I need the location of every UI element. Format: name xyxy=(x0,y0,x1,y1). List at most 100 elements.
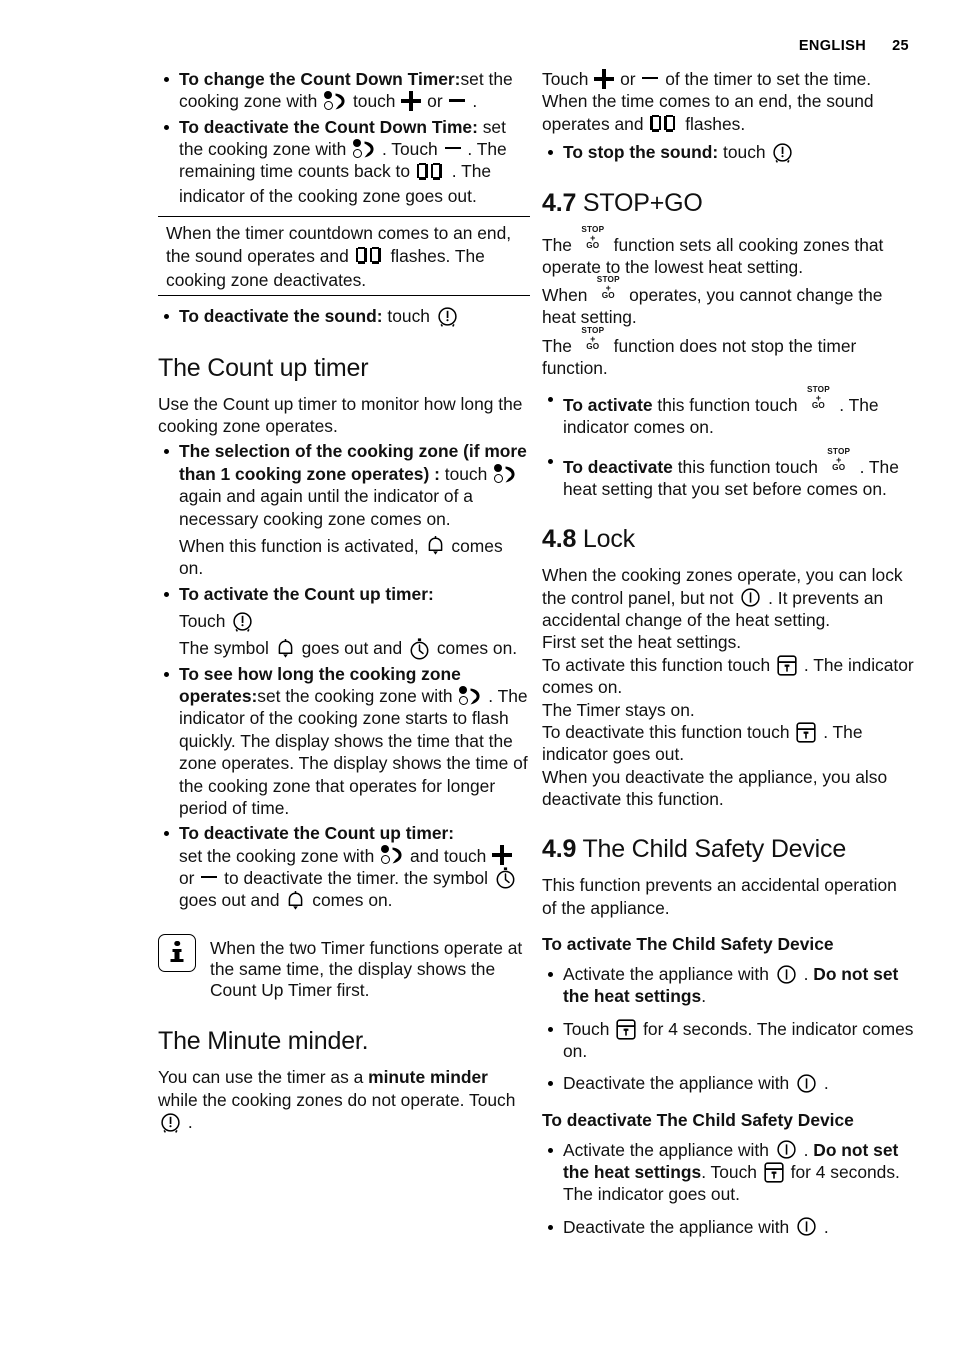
seven-segment-display-00 xyxy=(355,246,384,269)
stopgo-bottom-label: GO xyxy=(811,401,825,411)
lock-icon xyxy=(796,722,816,743)
power-icon xyxy=(776,1139,797,1160)
lock-icon xyxy=(777,655,797,676)
header-language: ENGLISH xyxy=(798,38,867,54)
right-column: Touch or of the timer to set the time. W… xyxy=(542,68,914,1238)
plus-icon xyxy=(594,68,615,89)
section-number: 4.9 xyxy=(542,835,577,864)
page-title-minute-minder: The Minute minder. xyxy=(158,1027,369,1056)
crescent-shape xyxy=(392,847,402,864)
section-title: Lock xyxy=(582,525,635,554)
bullet-text-a: Deactivate the appliance with xyxy=(563,1073,790,1094)
bullet-bold-lead: To deactivate the Count Down Time: xyxy=(179,116,478,137)
cooking-zone-select-icon xyxy=(352,138,376,160)
stopgo-bottom-label: GO xyxy=(586,240,600,250)
minute-minder-paragraph: You can use the timer as a minute minder… xyxy=(158,1066,530,1133)
stopgo-paragraph-a: The STOP + GO function sets all cooking … xyxy=(542,225,914,279)
bullet-text: this function touch xyxy=(657,395,798,416)
bullet-text-b: . xyxy=(803,964,809,984)
stopgo-text-a1: The xyxy=(542,234,572,255)
crescent-shape xyxy=(364,141,374,158)
bullet-text: or xyxy=(427,91,443,112)
lock-text-e1: To deactivate this function touch xyxy=(542,721,790,742)
minus-icon xyxy=(642,71,659,85)
power-icon xyxy=(740,587,761,608)
timer-icon xyxy=(437,306,458,327)
minute-minder-bold: minute minder xyxy=(368,1067,488,1088)
stopgo-paragraph-c: The STOP + GO function does not stop the… xyxy=(542,326,914,380)
bell-icon xyxy=(286,890,305,911)
list-item: To see how long the cooking zone operate… xyxy=(158,663,530,820)
minute-minder-text-d: . xyxy=(187,1112,193,1133)
bell-icon xyxy=(426,536,445,556)
count-down-timer-bullets: To change the Count Down Timer:set the c… xyxy=(158,68,530,207)
bullet-text-b: . xyxy=(803,1139,809,1160)
timer-icon xyxy=(232,611,253,632)
stopgo-bullets: To activate this function touch STOP + G… xyxy=(542,386,914,500)
bullet-bold-lead: To activate xyxy=(563,395,653,416)
stopgo-bottom-label: GO xyxy=(832,462,846,472)
timer-set-text-a: Touch xyxy=(542,69,589,89)
section-title: The Child Safety Device xyxy=(582,835,847,864)
timer-set-text-b: or xyxy=(620,69,636,89)
list-item: Activate the appliance with . Do not set… xyxy=(542,963,914,1008)
lock-paragraph-f: When you deactivate the appliance, you a… xyxy=(542,766,888,809)
stopgo-text-c1: The xyxy=(542,335,572,356)
seven-segment-display-00 xyxy=(416,162,445,185)
section-heading-4-7: 4.7 STOP+GO xyxy=(542,189,914,217)
bullet-subtext-a: When this function is activated, xyxy=(179,535,419,556)
bullet-bold-lead: To deactivate xyxy=(563,456,673,477)
bullet-text-a: Deactivate the appliance with xyxy=(563,1216,790,1237)
list-item: To deactivate the Count up timer: set th… xyxy=(158,822,530,911)
list-item: To activate this function touch STOP + G… xyxy=(542,386,914,439)
minus-icon xyxy=(444,141,461,155)
lock-text-c1: To activate this function touch xyxy=(542,654,771,675)
list-item: Deactivate the appliance with . xyxy=(542,1216,914,1238)
bullet-text-b: and touch xyxy=(409,845,487,866)
list-item: Touch for 4 seconds. The indicator comes… xyxy=(542,1018,914,1063)
count-up-intro: Use the Count up timer to monitor how lo… xyxy=(158,393,523,437)
list-item: To deactivate the Count Down Time: set t… xyxy=(158,116,530,208)
list-item: To change the Count Down Timer:set the c… xyxy=(158,68,530,113)
lock-paragraph-e: To deactivate this function touch . The … xyxy=(542,721,914,766)
plus-icon xyxy=(401,91,422,112)
bell-icon xyxy=(276,638,295,659)
page-title-count-up-timer: The Count up timer xyxy=(158,353,369,382)
bullet-text-c: or xyxy=(179,867,195,888)
stopgo-paragraph-b: When STOP + GO operates, you cannot chan… xyxy=(542,275,914,329)
page-header: ENGLISH 25 xyxy=(799,38,909,54)
crescent-shape xyxy=(335,93,345,110)
bullet-text-d: . Touch xyxy=(701,1162,757,1183)
power-icon xyxy=(796,1073,817,1094)
minute-minder-text-c: while the cooking zones do not operate. … xyxy=(158,1089,516,1110)
page-columns: To change the Count Down Timer: set the c… xyxy=(0,68,954,1238)
info-callout-text: When the two Timer functions operate at … xyxy=(210,937,523,1001)
note-box: When the timer countdown comes to an end… xyxy=(158,216,530,297)
stop-plus-go-icon: STOP + GO xyxy=(579,326,607,351)
lock-icon xyxy=(616,1018,636,1040)
timer-icon xyxy=(160,1112,181,1133)
crescent-shape xyxy=(470,688,480,705)
bullet-subtext-symbol: The symbol goes out and comes on. xyxy=(179,637,530,660)
list-item: To deactivate the sound: touch xyxy=(158,305,530,327)
info-icon xyxy=(158,933,196,972)
stop-plus-go-icon: STOP + GO xyxy=(825,447,853,472)
cooking-zone-select-icon xyxy=(323,91,347,112)
bullet-subtext: Touch xyxy=(179,610,530,632)
bullet-bold-lead: To deactivate the sound: xyxy=(179,306,383,327)
plus-icon xyxy=(492,845,513,866)
section-number: 4.8 xyxy=(542,525,577,554)
child-safety-deactivate-heading: To deactivate The Child Safety Device xyxy=(542,1109,854,1130)
minute-minder-text-a: You can use the timer as a xyxy=(158,1067,364,1088)
stop-plus-go-icon: STOP + GO xyxy=(594,275,622,301)
list-item: Activate the appliance with . Do not set… xyxy=(542,1139,914,1206)
stopgo-text-b2: operates, you cannot change the heat set… xyxy=(542,284,883,328)
section-heading-4-9: 4.9 The Child Safety Device xyxy=(542,835,914,863)
lock-paragraph-c: To activate this function touch . The in… xyxy=(542,654,914,699)
lock-paragraph-a: When the cooking zones operate, you can … xyxy=(542,564,914,631)
bullet-text: touch xyxy=(444,463,488,484)
list-item: Deactivate the appliance with . xyxy=(542,1072,914,1094)
stopgo-bottom-label: GO xyxy=(601,291,615,301)
bullet-text: this function touch xyxy=(677,456,818,477)
bullet-subtext-touch: Touch xyxy=(179,610,226,631)
